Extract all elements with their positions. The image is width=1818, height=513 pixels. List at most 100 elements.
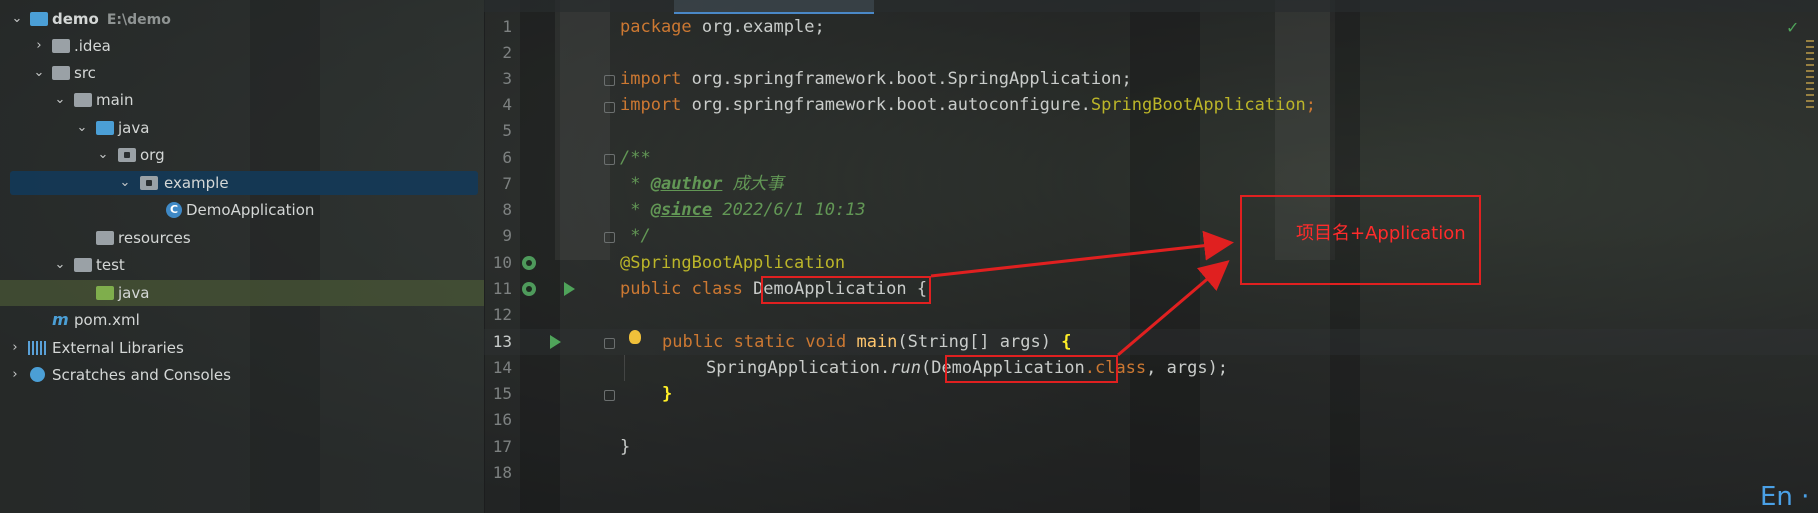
fold-marker-icon[interactable] — [604, 102, 615, 113]
line-number: 17 — [492, 437, 512, 456]
line-number: 16 — [492, 410, 512, 429]
line-number: 12 — [492, 305, 512, 324]
annotation-callout: 项目名+Application — [1240, 195, 1481, 285]
token-comment: 成大事 — [722, 174, 784, 194]
resources-folder-icon — [96, 231, 114, 245]
chevron-down-icon[interactable]: ⌄ — [53, 87, 67, 113]
code-line-9[interactable]: */ — [620, 223, 650, 249]
code-line-6[interactable]: /** — [620, 145, 651, 171]
code-line-3[interactable]: import org.springframework.boot.SpringAp… — [620, 66, 1132, 92]
tree-row-org[interactable]: ⌄ org — [0, 142, 484, 168]
spring-class-icon — [166, 197, 182, 223]
tree-label: DemoApplication — [186, 201, 315, 219]
fold-marker-icon[interactable] — [604, 338, 615, 349]
fold-marker-icon[interactable] — [604, 232, 615, 243]
token-comment: * — [620, 174, 651, 194]
token-text: (String[] args) — [897, 332, 1062, 352]
chevron-down-icon[interactable]: ⌄ — [75, 115, 89, 141]
tree-label: resources — [118, 229, 191, 247]
token-text: ( — [920, 358, 932, 378]
spring-bean-icon[interactable] — [522, 282, 536, 296]
maven-icon: m — [52, 310, 69, 329]
code-line-10[interactable]: @SpringBootApplication — [620, 250, 845, 276]
code-line-17[interactable]: } — [620, 434, 630, 460]
code-line-4[interactable]: import org.springframework.boot.autoconf… — [620, 92, 1316, 118]
editor-gutter[interactable]: 1 2 3 4 5 6 7 8 9 10 11 12 13 14 15 16 1… — [484, 0, 615, 513]
fold-marker-icon[interactable] — [604, 154, 615, 165]
chevron-down-icon[interactable]: ⌄ — [32, 60, 46, 86]
editor-tab-active[interactable] — [674, 0, 874, 14]
tree-row-scratches[interactable]: › Scratches and Consoles — [0, 362, 484, 388]
selection-highlight — [10, 171, 478, 195]
line-number: 11 — [492, 279, 512, 298]
tree-row-test-java[interactable]: java — [0, 280, 484, 306]
chevron-right-icon[interactable]: › — [8, 335, 22, 361]
tree-row-external-libraries[interactable]: › External Libraries — [0, 335, 484, 361]
tree-label: main — [96, 91, 134, 109]
token-static-method: run — [890, 358, 921, 378]
run-gutter-icon[interactable] — [564, 282, 575, 296]
tree-row-root[interactable]: ⌄ demo E:\demo — [0, 6, 484, 32]
run-gutter-icon[interactable] — [550, 335, 561, 349]
token-keyword: public static void — [662, 332, 857, 352]
code-editor[interactable]: 1 2 3 4 5 6 7 8 9 10 11 12 13 14 15 16 1… — [484, 0, 1818, 513]
code-line-7[interactable]: * @author 成大事 — [620, 171, 784, 197]
package-icon — [118, 148, 136, 162]
tree-row-main-java[interactable]: ⌄ java — [0, 115, 484, 141]
line-number: 8 — [502, 200, 512, 219]
chevron-right-icon[interactable]: › — [32, 33, 46, 59]
spring-bean-icon[interactable] — [522, 256, 536, 270]
line-number: 15 — [492, 384, 512, 403]
inspection-ok-icon[interactable]: ✓ — [1786, 18, 1799, 37]
tree-row-demoapplication[interactable]: DemoApplication — [0, 197, 484, 223]
editor-tab-strip — [484, 0, 1818, 14]
chevron-down-icon[interactable]: ⌄ — [10, 6, 24, 32]
intention-bulb-icon[interactable] — [629, 330, 641, 344]
line-number-current: 13 — [492, 332, 512, 351]
chevron-down-icon[interactable]: ⌄ — [53, 252, 67, 278]
tree-row-pom[interactable]: m pom.xml — [0, 307, 484, 333]
tree-label-root: demo E:\demo — [52, 10, 171, 28]
code-line-8[interactable]: * @since 2022/6/1 10:13 — [620, 197, 866, 223]
token-brace: { — [1061, 332, 1072, 352]
line-number: 7 — [502, 174, 512, 193]
tree-label: java — [118, 284, 150, 302]
error-stripe[interactable] — [1806, 40, 1814, 110]
token-comment: * — [620, 200, 651, 220]
chevron-right-icon[interactable]: › — [8, 362, 22, 388]
chevron-down-icon[interactable]: ⌄ — [96, 142, 110, 168]
fold-marker-icon[interactable] — [604, 75, 615, 86]
tree-label: pom.xml — [74, 311, 140, 329]
tree-row-idea[interactable]: › .idea — [0, 33, 484, 59]
highlight-box-run-arg — [945, 355, 1118, 383]
package-icon — [140, 176, 158, 190]
test-folder-icon — [96, 286, 114, 300]
token-keyword: import — [620, 95, 682, 115]
chevron-down-icon[interactable]: ⌄ — [118, 170, 132, 196]
tree-label: test — [96, 256, 125, 274]
line-number: 2 — [502, 43, 512, 62]
token-text: , args); — [1146, 358, 1229, 378]
token-comment: 2022/6/1 10:13 — [712, 200, 866, 220]
line-number: 4 — [502, 95, 512, 114]
tree-label: src — [74, 64, 96, 82]
line-number: 5 — [502, 121, 512, 140]
token-keyword: import — [620, 69, 682, 89]
tree-row-main[interactable]: ⌄ main — [0, 87, 484, 113]
code-line-15[interactable]: } — [662, 381, 672, 407]
tree-label: org — [140, 146, 165, 164]
token-text: org.springframework.boot.autoconfigure. — [681, 95, 1091, 115]
row-highlight — [0, 280, 484, 306]
line-number: 14 — [492, 358, 512, 377]
tree-row-src[interactable]: ⌄ src — [0, 60, 484, 86]
fold-marker-icon[interactable] — [604, 390, 615, 401]
indent-guide — [624, 355, 625, 381]
tree-row-resources[interactable]: resources — [0, 225, 484, 251]
tree-row-test[interactable]: ⌄ test — [0, 252, 484, 278]
folder-icon — [52, 39, 70, 53]
ime-indicator: En · — [1760, 482, 1810, 512]
token-text: org.springframework.boot.SpringApplicati… — [681, 69, 1132, 89]
code-line-1[interactable]: package org.example; — [620, 14, 825, 40]
code-line-13[interactable]: public static void main(String[] args) { — [662, 329, 1071, 355]
tree-row-example[interactable]: ⌄ example — [0, 170, 484, 196]
